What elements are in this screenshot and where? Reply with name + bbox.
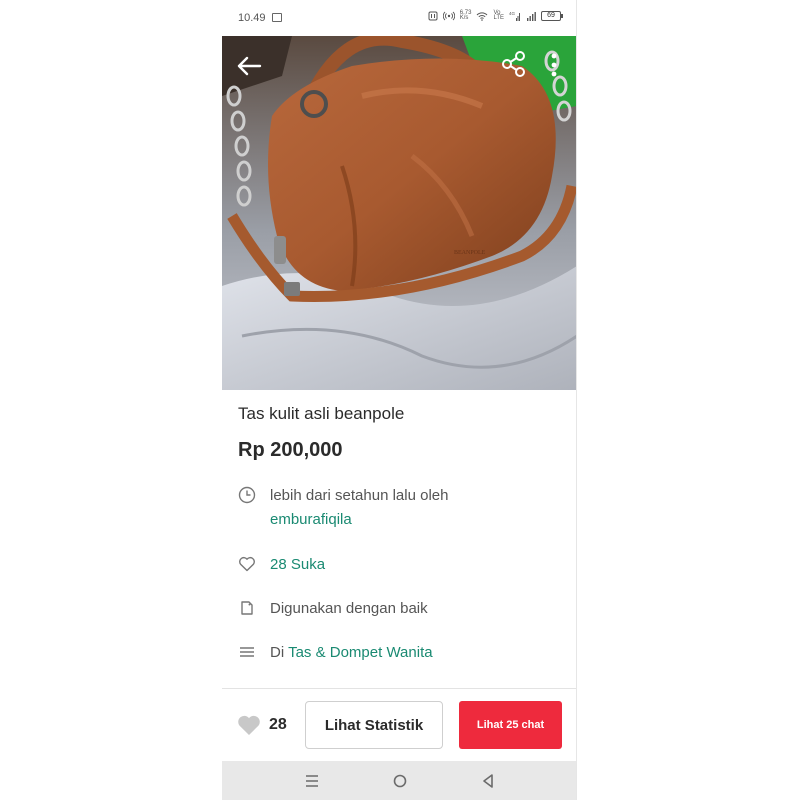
- listing-price: Rp 200,000: [238, 439, 343, 461]
- wifi-icon: [476, 11, 488, 21]
- gallery-notification-icon: [272, 13, 282, 22]
- more-vertical-icon[interactable]: [544, 50, 564, 80]
- system-nav-bar: [222, 761, 576, 800]
- listing-header: Tas kulit asli beanpole Rp 200,000: [238, 402, 563, 464]
- list-icon: [238, 643, 256, 661]
- seller-link[interactable]: emburafiqila: [270, 508, 448, 532]
- category-link[interactable]: Tas & Dompet Wanita: [288, 644, 433, 661]
- posted-info-row: lebih dari setahun lalu oleh emburafiqil…: [238, 484, 563, 532]
- status-icons: 6.73 K/s Vo LTE 4G 69: [428, 10, 563, 21]
- posted-prefix: lebih dari setahun lalu oleh: [270, 487, 449, 504]
- share-icon[interactable]: [500, 50, 528, 78]
- category-prefix: Di: [270, 644, 285, 661]
- signal-4g-icon: 4G: [509, 11, 521, 21]
- svg-text:BEANPOLE: BEANPOLE: [454, 250, 486, 256]
- likes-link[interactable]: 28 Suka: [270, 553, 325, 577]
- status-time: 10.49: [238, 12, 266, 24]
- like-count: 28: [269, 716, 287, 733]
- recent-apps-icon[interactable]: [302, 771, 322, 791]
- view-chats-button[interactable]: Lihat 25 chat: [459, 701, 562, 749]
- action-bar: 28 Lihat Statistik Lihat 25 chat: [222, 689, 576, 761]
- volte-icon: Vo LTE: [493, 10, 504, 21]
- nfc-icon: [428, 11, 438, 21]
- clock-icon: [238, 486, 256, 504]
- product-photo-illustration: BEANPOLE: [222, 36, 576, 390]
- category-text: Di Tas & Dompet Wanita: [270, 641, 433, 665]
- phone-screen: 10.49 6.73 K/s Vo LTE 4G 69 BEANPOLE Tas…: [222, 0, 577, 800]
- svg-text:4G: 4G: [509, 11, 516, 16]
- hotspot-icon: [442, 11, 455, 21]
- view-statistics-button[interactable]: Lihat Statistik: [305, 701, 443, 749]
- listing-title: Tas kulit asli beanpole: [238, 404, 405, 423]
- back-triangle-icon[interactable]: [478, 771, 498, 791]
- likes-info-row[interactable]: 28 Suka: [238, 553, 563, 577]
- category-info-row: Di Tas & Dompet Wanita: [238, 641, 563, 665]
- condition-text: Digunakan dengan baik: [270, 600, 428, 617]
- status-bar: 10.49 6.73 K/s Vo LTE 4G 69: [222, 0, 576, 36]
- posted-info-text: lebih dari setahun lalu oleh emburafiqil…: [270, 484, 448, 532]
- tag-icon: [238, 599, 256, 617]
- home-icon[interactable]: [390, 771, 410, 791]
- battery-icon: 69: [541, 11, 563, 21]
- signal-icon: [526, 11, 536, 21]
- data-speed-icon: 6.73 K/s: [459, 10, 472, 21]
- product-photo[interactable]: BEANPOLE: [222, 36, 576, 390]
- heart-outline-icon: [238, 555, 256, 573]
- back-arrow-icon[interactable]: [234, 52, 264, 80]
- condition-info-row: Digunakan dengan baik: [238, 597, 563, 621]
- heart-filled-icon[interactable]: [236, 713, 262, 737]
